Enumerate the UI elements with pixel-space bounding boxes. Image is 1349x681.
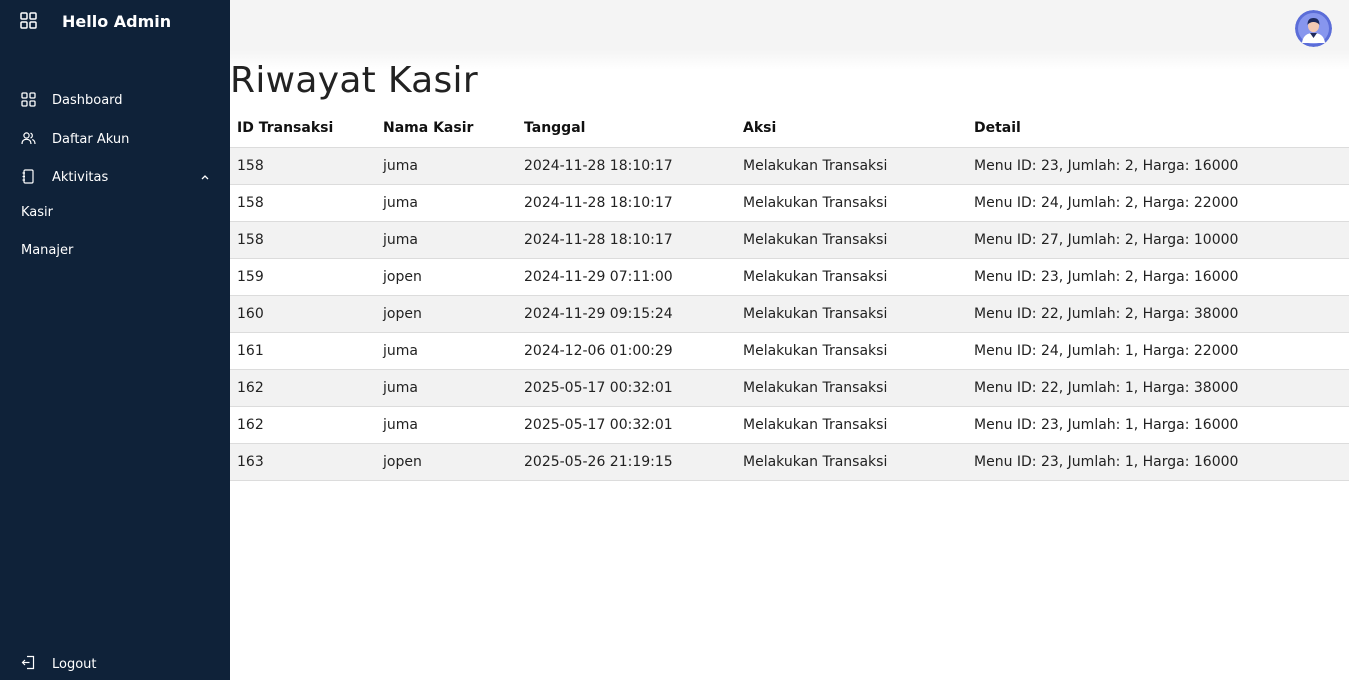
sidebar-item-label: Dashboard [52, 93, 123, 108]
cell-aksi: Melakukan Transaksi [736, 405, 967, 443]
cell-detail: Menu ID: 23, Jumlah: 1, Harga: 16000 [967, 405, 1349, 443]
users-icon [21, 132, 36, 145]
sidebar-brand: Hello Admin [0, 0, 230, 46]
cell-nama-kasir: juma [376, 331, 517, 369]
logout-icon [21, 655, 35, 670]
cell-tanggal: 2024-11-28 18:10:17 [517, 183, 736, 221]
cell-nama-kasir: jopen [376, 294, 517, 332]
cell-id-transaksi: 161 [230, 331, 376, 369]
column-header-nama-kasir: Nama Kasir [383, 120, 474, 137]
cell-detail: Menu ID: 22, Jumlah: 2, Harga: 38000 [967, 294, 1349, 332]
cell-detail: Menu ID: 22, Jumlah: 1, Harga: 38000 [967, 368, 1349, 406]
cell-tanggal: 2025-05-26 21:19:15 [517, 442, 736, 481]
table-row: 162 juma 2025-05-17 00:32:01 Melakukan T… [230, 405, 1349, 443]
cell-tanggal: 2025-05-17 00:32:01 [517, 405, 736, 443]
sidebar-subitem-kasir[interactable]: Kasir [0, 199, 230, 229]
sidebar-subitem-manajer[interactable]: Manajer [0, 237, 230, 267]
cell-nama-kasir: juma [376, 146, 517, 184]
cell-tanggal: 2025-05-17 00:32:01 [517, 368, 736, 406]
logout-button[interactable]: Logout [0, 649, 230, 681]
cell-tanggal: 2024-11-29 09:15:24 [517, 294, 736, 332]
cell-nama-kasir: juma [376, 220, 517, 258]
chevron-up-icon [201, 175, 209, 180]
cell-id-transaksi: 159 [230, 257, 376, 295]
cell-detail: Menu ID: 24, Jumlah: 1, Harga: 22000 [967, 331, 1349, 369]
user-avatar[interactable] [1295, 10, 1332, 47]
cell-aksi: Melakukan Transaksi [736, 220, 967, 258]
column-header-id-transaksi: ID Transaksi [237, 120, 334, 137]
cell-nama-kasir: jopen [376, 257, 517, 295]
sidebar-item-aktivitas[interactable]: Aktivitas [0, 162, 230, 194]
cell-aksi: Melakukan Transaksi [736, 368, 967, 406]
user-avatar-icon [1295, 10, 1332, 47]
grid-icon [21, 92, 36, 107]
table-row: 158 juma 2024-11-28 18:10:17 Melakukan T… [230, 220, 1349, 258]
cell-aksi: Melakukan Transaksi [736, 442, 967, 481]
cell-detail: Menu ID: 24, Jumlah: 2, Harga: 22000 [967, 183, 1349, 221]
table-header-row: ID Transaksi Nama Kasir Tanggal Aksi Det… [230, 110, 1349, 147]
cell-tanggal: 2024-11-28 18:10:17 [517, 220, 736, 258]
cell-id-transaksi: 162 [230, 368, 376, 406]
cell-tanggal: 2024-11-28 18:10:17 [517, 146, 736, 184]
cell-id-transaksi: 158 [230, 183, 376, 221]
cell-aksi: Melakukan Transaksi [736, 146, 967, 184]
table-row: 159 jopen 2024-11-29 07:11:00 Melakukan … [230, 257, 1349, 295]
cell-nama-kasir: juma [376, 405, 517, 443]
cell-tanggal: 2024-11-29 07:11:00 [517, 257, 736, 295]
page-title: Riwayat Kasir [230, 60, 478, 101]
cell-id-transaksi: 160 [230, 294, 376, 332]
cell-id-transaksi: 158 [230, 146, 376, 184]
table-row: 161 juma 2024-12-06 01:00:29 Melakukan T… [230, 331, 1349, 369]
sidebar-item-daftar-akun[interactable]: Daftar Akun [0, 124, 230, 156]
sidebar-item-label: Daftar Akun [52, 132, 130, 147]
table-row: 158 juma 2024-11-28 18:10:17 Melakukan T… [230, 146, 1349, 184]
grid-icon [20, 12, 37, 29]
table-row: 162 juma 2025-05-17 00:32:01 Melakukan T… [230, 368, 1349, 406]
cell-tanggal: 2024-12-06 01:00:29 [517, 331, 736, 369]
transaction-history-table: ID Transaksi Nama Kasir Tanggal Aksi Det… [230, 110, 1349, 481]
cell-aksi: Melakukan Transaksi [736, 183, 967, 221]
cell-aksi: Melakukan Transaksi [736, 294, 967, 332]
cell-detail: Menu ID: 27, Jumlah: 2, Harga: 10000 [967, 220, 1349, 258]
table-row: 160 jopen 2024-11-29 09:15:24 Melakukan … [230, 294, 1349, 332]
cell-detail: Menu ID: 23, Jumlah: 2, Harga: 16000 [967, 257, 1349, 295]
table-row: 163 jopen 2025-05-26 21:19:15 Melakukan … [230, 442, 1349, 481]
sidebar-subitem-label: Kasir [21, 205, 53, 220]
cell-id-transaksi: 162 [230, 405, 376, 443]
cell-nama-kasir: juma [376, 183, 517, 221]
column-header-tanggal: Tanggal [524, 120, 586, 137]
cell-nama-kasir: juma [376, 368, 517, 406]
sidebar: Hello Admin Dashboard Daftar Akun Aktivi… [0, 0, 230, 680]
logout-label: Logout [52, 657, 97, 672]
column-header-aksi: Aksi [743, 120, 777, 137]
cell-detail: Menu ID: 23, Jumlah: 2, Harga: 16000 [967, 146, 1349, 184]
notebook-icon [22, 169, 34, 184]
column-header-detail: Detail [974, 120, 1021, 137]
cell-detail: Menu ID: 23, Jumlah: 1, Harga: 16000 [967, 442, 1349, 481]
sidebar-item-label: Aktivitas [52, 170, 109, 185]
cell-aksi: Melakukan Transaksi [736, 257, 967, 295]
sidebar-item-dashboard[interactable]: Dashboard [0, 85, 230, 117]
sidebar-subitem-label: Manajer [21, 243, 74, 258]
cell-id-transaksi: 158 [230, 220, 376, 258]
brand-title: Hello Admin [62, 12, 172, 31]
cell-nama-kasir: jopen [376, 442, 517, 481]
table-row: 158 juma 2024-11-28 18:10:17 Melakukan T… [230, 183, 1349, 221]
cell-id-transaksi: 163 [230, 442, 376, 481]
cell-aksi: Melakukan Transaksi [736, 331, 967, 369]
